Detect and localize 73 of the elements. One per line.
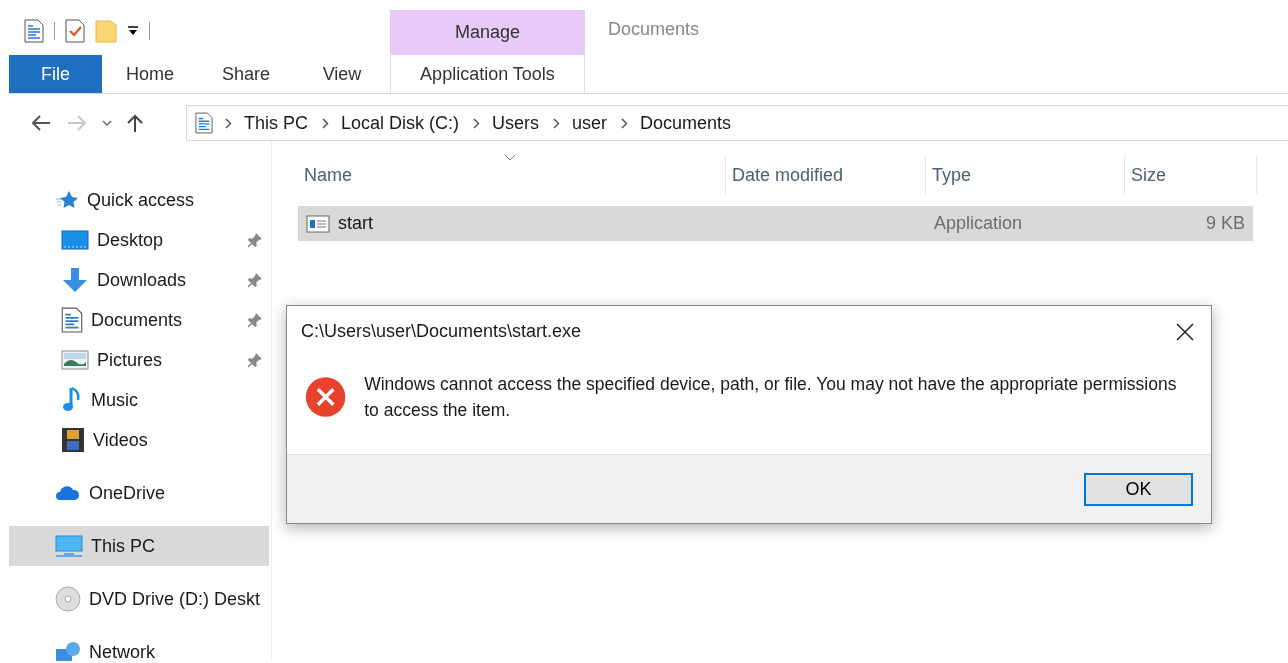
window-title: Documents	[608, 19, 700, 40]
sidebar-label: DVD Drive (D:) Deskt	[89, 588, 260, 610]
sidebar-label: Videos	[93, 429, 148, 451]
chevron-right-icon[interactable]	[225, 117, 232, 129]
sidebar-item[interactable]: This PC	[9, 526, 269, 566]
sidebar-item[interactable]: Quick access	[9, 180, 269, 220]
sidebar-label: Pictures	[97, 349, 163, 371]
network-icon	[55, 641, 81, 663]
sidebar-item[interactable]: Documents	[9, 300, 269, 340]
pin-icon[interactable]	[247, 232, 263, 248]
sidebar-label: Network	[89, 641, 155, 663]
sidebar-label: Music	[91, 389, 138, 411]
chevron-right-icon[interactable]	[322, 117, 329, 129]
context-tab-header: Manage	[390, 10, 585, 55]
close-icon[interactable]	[1176, 322, 1194, 341]
dialog-title: C:\Users\user\Documents\start.exe	[301, 321, 582, 342]
file-size: 9 KB	[1205, 213, 1245, 234]
chevron-right-icon[interactable]	[553, 117, 561, 129]
sidebar-label: Documents	[91, 309, 183, 331]
ok-button[interactable]: OK	[1084, 472, 1193, 506]
music-note-icon	[61, 386, 83, 414]
sidebar-label: Desktop	[97, 229, 164, 251]
document-icon	[61, 307, 83, 333]
back-arrow-icon[interactable]	[30, 114, 52, 132]
sidebar-item[interactable]: Desktop	[9, 220, 269, 260]
document-icon	[195, 112, 213, 134]
sidebar-item[interactable]: Network	[9, 632, 269, 663]
sidebar-item[interactable]: Music	[9, 380, 269, 420]
sidebar-label: Quick access	[87, 189, 195, 211]
desktop-icon	[61, 230, 89, 250]
up-arrow-icon[interactable]	[126, 113, 144, 133]
sidebar-label: Downloads	[97, 269, 187, 291]
sidebar-item[interactable]: Pictures	[9, 340, 269, 380]
sort-caret-icon	[504, 154, 516, 161]
film-icon	[61, 427, 85, 453]
pin-icon[interactable]	[247, 312, 263, 328]
monitor-icon	[55, 535, 83, 557]
ribbon-tab[interactable]: Application Tools	[390, 55, 585, 93]
sidebar-label: This PC	[91, 535, 155, 557]
address-bar[interactable]: This PC Local Disk (C:) Users user Documents	[186, 105, 1288, 141]
checklist-icon[interactable]	[65, 18, 85, 43]
pin-icon[interactable]	[247, 352, 263, 368]
error-message: Windows cannot access the specified device, path, or file. You may not have the appropriate permissions to access the item.	[364, 373, 1178, 422]
picture-icon	[61, 350, 89, 370]
chevron-right-icon[interactable]	[473, 117, 481, 129]
sidebar-item[interactable]: OneDrive	[9, 473, 269, 513]
file-row[interactable]: start Application 9 KB	[298, 206, 1253, 241]
column-header[interactable]: Type	[926, 156, 1125, 194]
sidebar-item[interactable]: DVD Drive (D:) Deskt	[9, 579, 269, 619]
sidebar-item[interactable]: Downloads	[9, 260, 269, 300]
download-icon	[61, 267, 89, 293]
document-icon[interactable]	[24, 18, 44, 43]
dropdown-icon[interactable]	[127, 24, 139, 37]
cloud-icon	[55, 485, 81, 501]
breadcrumb[interactable]: user	[572, 112, 608, 134]
breadcrumb[interactable]: Users	[492, 112, 540, 134]
sidebar-label: OneDrive	[89, 482, 166, 504]
sidebar-item[interactable]: Videos	[9, 420, 269, 460]
breadcrumb[interactable]: Local Disk (C:)	[341, 112, 460, 134]
chevron-right-icon[interactable]	[621, 117, 629, 129]
breadcrumb[interactable]: Documents	[640, 112, 732, 134]
breadcrumb[interactable]: This PC	[244, 112, 308, 134]
column-header[interactable]: Name	[298, 156, 726, 194]
column-header[interactable]: Size	[1125, 156, 1257, 194]
file-name: start	[338, 213, 373, 234]
star-icon	[55, 190, 79, 210]
file-type: Application	[934, 213, 1023, 234]
chevron-down-icon[interactable]	[102, 119, 112, 127]
disc-icon	[55, 586, 81, 612]
ribbon-tab[interactable]: File	[9, 55, 102, 93]
pin-icon[interactable]	[247, 272, 263, 288]
application-icon	[306, 214, 330, 233]
column-header[interactable]: Date modified	[726, 156, 926, 194]
